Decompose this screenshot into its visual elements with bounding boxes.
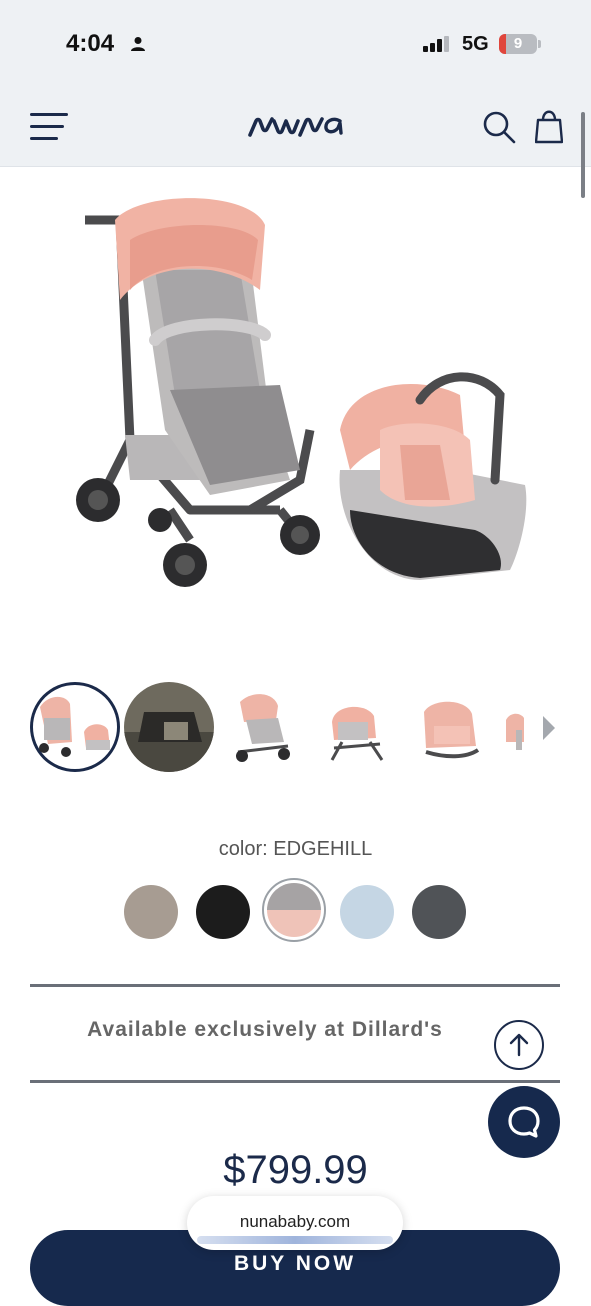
- thumbnail-5[interactable]: [406, 682, 496, 772]
- hamburger-menu-icon[interactable]: [30, 113, 70, 143]
- swatch-light-blue[interactable]: [340, 885, 394, 939]
- arrow-up-icon: [509, 1033, 529, 1057]
- shopping-bag-icon[interactable]: [535, 108, 563, 144]
- nuna-logo[interactable]: [248, 115, 343, 139]
- swatch-grey[interactable]: [412, 885, 466, 939]
- swatch-taupe[interactable]: [124, 885, 178, 939]
- thumbnail-3[interactable]: [218, 682, 308, 772]
- cellular-signal-icon: [423, 36, 449, 52]
- person-icon: [131, 37, 145, 51]
- divider-bottom: [30, 1080, 560, 1083]
- status-bar: 4:04 5G 9: [0, 0, 591, 88]
- buy-now-label: BUY NOW: [233, 1252, 357, 1275]
- page-scrollbar[interactable]: [581, 112, 585, 198]
- divider-top: [30, 984, 560, 987]
- network-type: 5G: [462, 33, 489, 55]
- clock-time: 4:04: [66, 30, 115, 57]
- thumbnail-6-partial[interactable]: [500, 682, 524, 772]
- browser-url-pill[interactable]: nunababy.com: [187, 1196, 403, 1250]
- availability-text: Available exclusively at Dillard's: [87, 1018, 443, 1041]
- image-thumbnail-row: [30, 682, 570, 774]
- scroll-to-top-button[interactable]: [494, 1020, 544, 1070]
- battery-level: 9: [513, 35, 523, 52]
- swatch-black[interactable]: [196, 885, 250, 939]
- thumbnail-4[interactable]: [312, 682, 402, 772]
- swatch-edgehill[interactable]: [267, 883, 321, 937]
- chevron-right-icon[interactable]: [541, 715, 557, 741]
- thumbnail-2[interactable]: [124, 682, 214, 772]
- url-loading-bar: [197, 1236, 393, 1244]
- thumbnail-1[interactable]: [30, 682, 120, 772]
- color-label: color: EDGEHILL: [218, 838, 373, 860]
- url-text: nunababy.com: [239, 1212, 351, 1231]
- battery-icon: 9: [499, 34, 537, 54]
- search-icon[interactable]: [482, 110, 516, 144]
- product-hero-image: [76, 198, 527, 587]
- battery-tip: [538, 40, 541, 48]
- product-price: $799.99: [223, 1148, 368, 1192]
